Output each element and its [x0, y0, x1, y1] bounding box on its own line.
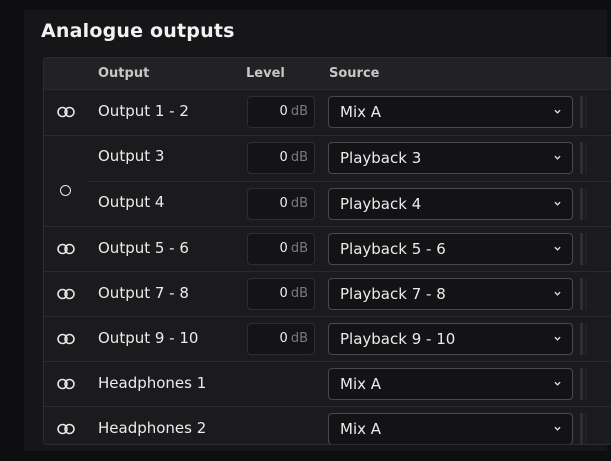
source-select[interactable]: Mix A [328, 368, 573, 400]
level-field[interactable]: 0 dB [247, 142, 315, 174]
chevron-down-icon [554, 291, 561, 296]
chevron-down-icon [554, 201, 561, 206]
link-icon[interactable] [56, 288, 76, 300]
chevron-down-icon [554, 246, 561, 251]
table-row: Headphones 1 Mix A [44, 361, 611, 407]
table-row: Output 9 - 10 0 dB Playback 9 - 10 [44, 316, 611, 362]
header-output: Output [98, 66, 150, 81]
source-select[interactable]: Playback 9 - 10 [328, 323, 573, 355]
row-label: Headphones 2 [98, 419, 207, 437]
section-title: Analogue outputs [41, 20, 235, 42]
level-meter-right [585, 188, 587, 220]
link-icon[interactable] [56, 333, 76, 345]
chevron-down-icon [554, 381, 561, 386]
row-label: Output 9 - 10 [98, 329, 199, 347]
header-source: Source [329, 66, 380, 81]
source-select[interactable]: Mix A [328, 413, 573, 444]
row-label: Output 4 [98, 193, 165, 211]
link-icon[interactable] [56, 243, 76, 255]
level-meter-right [585, 278, 587, 310]
table-row: Headphones 2 Mix A [44, 406, 611, 444]
table-row: Output 4 0 dB Playback 4 [88, 181, 611, 227]
source-select[interactable]: Playback 7 - 8 [328, 278, 573, 310]
link-icon[interactable] [56, 106, 76, 118]
level-field[interactable]: 0 dB [247, 233, 315, 265]
chevron-down-icon [554, 426, 561, 431]
chevron-down-icon [554, 155, 561, 160]
level-field[interactable]: 0 dB [247, 96, 315, 128]
level-field[interactable]: 0 dB [247, 188, 315, 220]
table-row: Output 7 - 8 0 dB Playback 7 - 8 [44, 271, 611, 317]
level-field[interactable]: 0 dB [247, 323, 315, 355]
level-meter [580, 413, 583, 444]
link-icon[interactable] [56, 378, 76, 390]
table-row: Output 3 0 dB Playback 3 [44, 135, 611, 181]
level-meter [580, 368, 583, 400]
level-meter [580, 96, 583, 128]
analogue-outputs-panel: Analogue outputs Output Level Source Out… [24, 10, 611, 451]
level-meter-right [585, 142, 587, 174]
source-select[interactable]: Mix A [328, 96, 573, 128]
table-row: Output 5 - 6 0 dB Playback 5 - 6 [44, 226, 611, 272]
row-label: Output 7 - 8 [98, 284, 189, 302]
row-label: Headphones 1 [98, 374, 207, 392]
row-label: Output 3 [98, 147, 165, 165]
level-meter-right [585, 368, 587, 400]
level-meter [580, 142, 583, 174]
header-level: Level [246, 66, 285, 81]
row-label: Output 1 - 2 [98, 102, 189, 120]
table-row: Output 1 - 2 0 dB Mix A [44, 89, 611, 135]
level-meter-right [585, 413, 587, 444]
level-meter [580, 323, 583, 355]
level-meter-right [585, 323, 587, 355]
level-field[interactable]: 0 dB [247, 278, 315, 310]
source-select[interactable]: Playback 5 - 6 [328, 233, 573, 265]
outputs-table: Output Level Source Output 1 - 2 0 dB Mix… [43, 57, 611, 445]
table-header: Output Level Source [44, 58, 611, 89]
level-meter-right [585, 96, 587, 128]
source-select[interactable]: Playback 4 [328, 188, 573, 220]
level-meter [580, 278, 583, 310]
source-select[interactable]: Playback 3 [328, 142, 573, 174]
level-meter [580, 188, 583, 220]
level-meter [580, 233, 583, 265]
row-label: Output 5 - 6 [98, 239, 189, 257]
link-icon[interactable] [56, 423, 76, 435]
chevron-down-icon [554, 336, 561, 341]
unlink-icon[interactable] [60, 185, 71, 196]
chevron-down-icon [554, 109, 561, 114]
level-meter-right [585, 233, 587, 265]
